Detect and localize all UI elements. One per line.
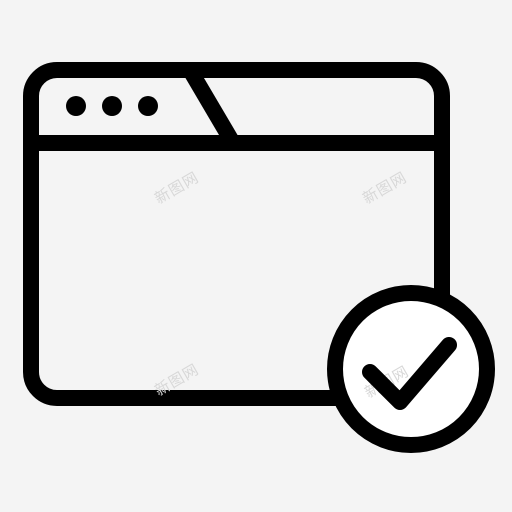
icon-canvas: 新图网 新图网 新图网 新图网: [0, 0, 512, 512]
window-dot-icon: [66, 96, 86, 116]
check-badge-circle: [327, 285, 495, 453]
window-dot-icon: [102, 96, 122, 116]
check-badge-icon: 新图网: [327, 285, 495, 453]
window-dot-icon: [138, 96, 158, 116]
browser-window-check-icon: 新图网 新图网 新图网 新图网: [0, 0, 512, 512]
